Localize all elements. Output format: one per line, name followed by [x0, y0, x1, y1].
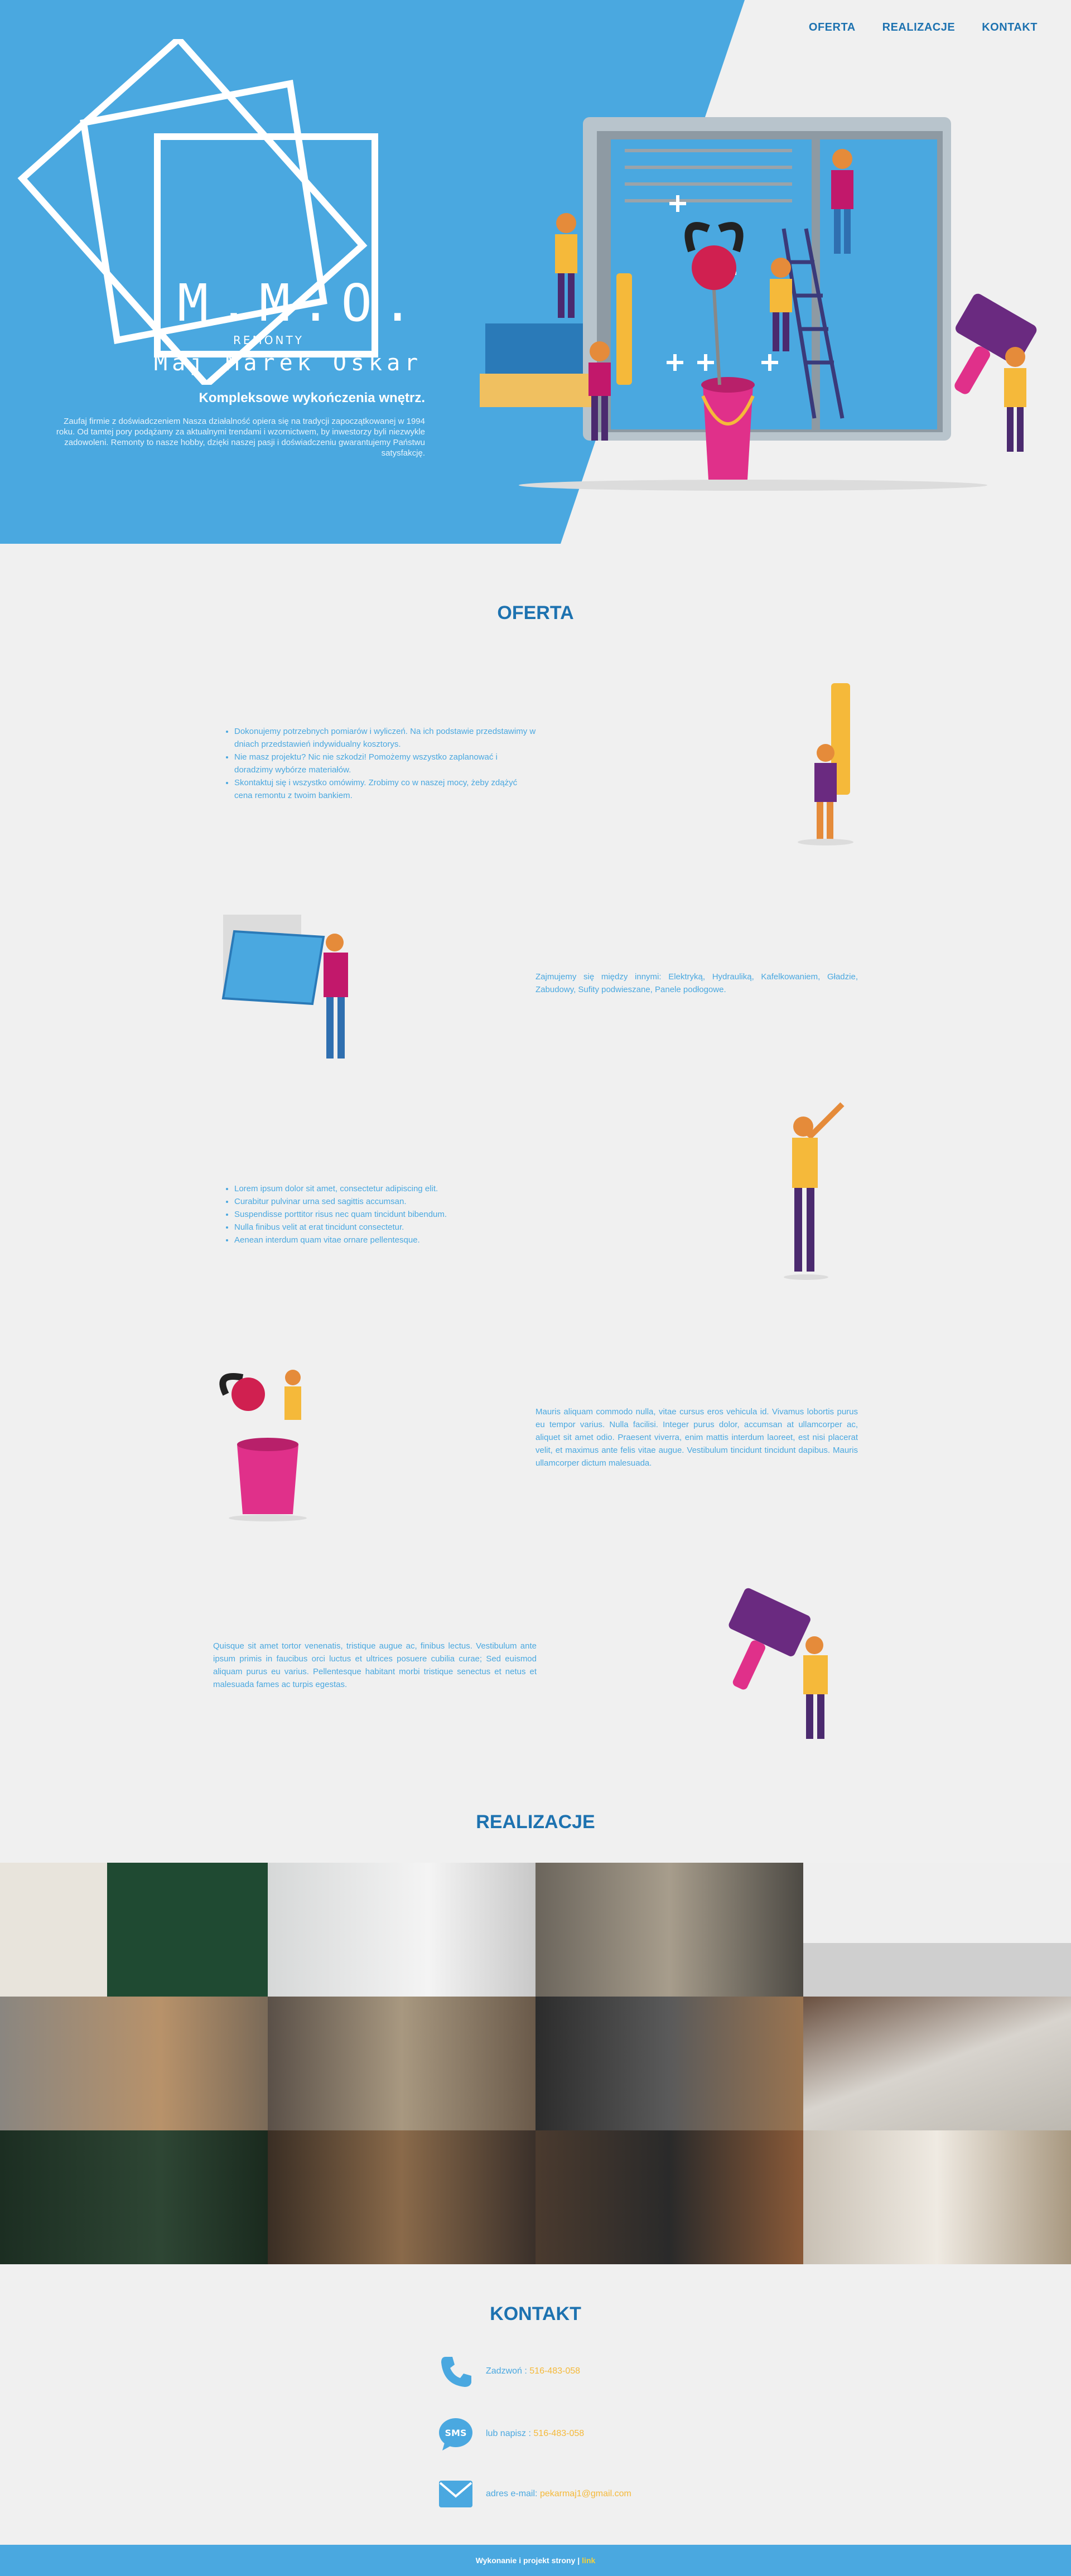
logo-frames	[17, 39, 378, 385]
hero-illustration	[480, 117, 1037, 491]
worker-pointing-illustration	[784, 1102, 845, 1280]
email-address[interactable]: pekarmaj1@gmail.com	[540, 2489, 631, 2498]
phone-icon	[441, 2357, 471, 2387]
offer-item: Suspendisse porttitor risus nec quam tin…	[234, 1208, 537, 1221]
main-nav: OFERTA REALIZACJE KONTAKT	[809, 21, 1038, 34]
hero-section: OFERTA REALIZACJE KONTAKT M.M.O. REMONTY…	[0, 0, 1071, 544]
gallery-image[interactable]	[268, 1863, 536, 1997]
contact-sms: SMS lub napisz : 516-483-058	[438, 2416, 584, 2452]
sms-number[interactable]: 516-483-058	[533, 2429, 584, 2438]
offer-title: OFERTA	[497, 602, 574, 624]
gallery-image[interactable]	[803, 1997, 1071, 2130]
hero-description: Zaufaj firmie z doświadczeniem Nasza dzi…	[56, 417, 425, 458]
gallery-grid	[0, 1863, 1071, 2264]
worker-bucket-illustration	[219, 1370, 307, 1521]
sms-label: lub napisz :	[486, 2429, 531, 2438]
sms-icon: SMS	[439, 2418, 472, 2451]
offer-paragraph: Mauris aliquam commodo nulla, vitae curs…	[536, 1407, 858, 1468]
offer-item: Nie masz projektu? Nic nie szkodzi! Pomo…	[234, 751, 537, 776]
offer-item: Dokonujemy potrzebnych pomiarów i wylicz…	[234, 725, 537, 751]
gallery-image[interactable]	[0, 1863, 268, 1997]
gallery-image[interactable]	[0, 1997, 268, 2130]
gallery-image[interactable]	[803, 1863, 1071, 1997]
worker-tile-illustration	[221, 915, 348, 1059]
envelope-icon	[439, 2481, 472, 2507]
footer-link[interactable]: link	[582, 2556, 595, 2565]
offer-item: Lorem ipsum dolor sit amet, consectetur …	[234, 1182, 537, 1195]
offer-block-4: Mauris aliquam commodo nulla, vitae curs…	[536, 1405, 858, 1470]
logo-owner-name: Maj Marek Oskar	[154, 350, 423, 376]
gallery-title: REALIZACJE	[476, 1811, 595, 1833]
gallery-image[interactable]	[536, 2130, 803, 2264]
page: OFERTA REALIZACJE KONTAKT M.M.O. REMONTY…	[0, 0, 1071, 2576]
nav-realizacje[interactable]: REALIZACJE	[882, 21, 956, 34]
footer-text: Wykonanie i projekt strony |	[475, 2556, 580, 2565]
offer-block-2: Zajmujemy się między innymi: Elektryką, …	[536, 970, 858, 996]
gallery-image[interactable]	[803, 2130, 1071, 2264]
offer-item: Aenean interdum quam vitae ornare pellen…	[234, 1234, 537, 1246]
offer-block-1: Dokonujemy potrzebnych pomiarów i wylicz…	[223, 725, 537, 802]
worker-brush-illustration	[729, 1588, 828, 1739]
offer-item: Nulla finibus velit at erat tincidunt co…	[234, 1221, 537, 1234]
phone-number[interactable]: 516-483-058	[529, 2366, 580, 2376]
offer-item: Skontaktuj się i wszystko omówimy. Zrobi…	[234, 776, 537, 802]
gallery-image[interactable]	[0, 2130, 268, 2264]
sms-icon-text: SMS	[445, 2428, 467, 2438]
offer-block-5: Quisque sit amet tortor venenatis, trist…	[213, 1640, 537, 1691]
phone-label: Zadzwoń :	[486, 2366, 527, 2376]
logo-subtitle: REMONTY	[233, 334, 304, 347]
gallery-image[interactable]	[536, 1997, 803, 2130]
offer-block-3: Lorem ipsum dolor sit amet, consectetur …	[223, 1182, 537, 1246]
gallery-image[interactable]	[536, 1863, 803, 1997]
offer-paragraph: Zajmujemy się między innymi: Elektryką, …	[536, 972, 858, 994]
contact-title: KONTAKT	[490, 2303, 581, 2324]
email-label: adres e-mail:	[486, 2489, 538, 2498]
logo-letters: M.M.O.	[177, 273, 423, 333]
gallery-image[interactable]	[268, 1997, 536, 2130]
offer-paragraph: Quisque sit amet tortor venenatis, trist…	[213, 1641, 537, 1689]
footer: Wykonanie i projekt strony | link	[0, 2545, 1071, 2576]
worker-level-illustration	[798, 683, 853, 845]
nav-oferta[interactable]: OFERTA	[809, 21, 856, 34]
contact-email: adres e-mail: pekarmaj1@gmail.com	[438, 2480, 631, 2509]
nav-kontakt[interactable]: KONTAKT	[982, 21, 1038, 34]
hero-heading: Kompleksowe wykończenia wnętrz.	[199, 390, 425, 405]
contact-phone: Zadzwoń : 516-483-058	[438, 2353, 580, 2389]
gallery-image[interactable]	[268, 2130, 536, 2264]
offer-item: Curabitur pulvinar urna sed sagittis acc…	[234, 1195, 537, 1208]
